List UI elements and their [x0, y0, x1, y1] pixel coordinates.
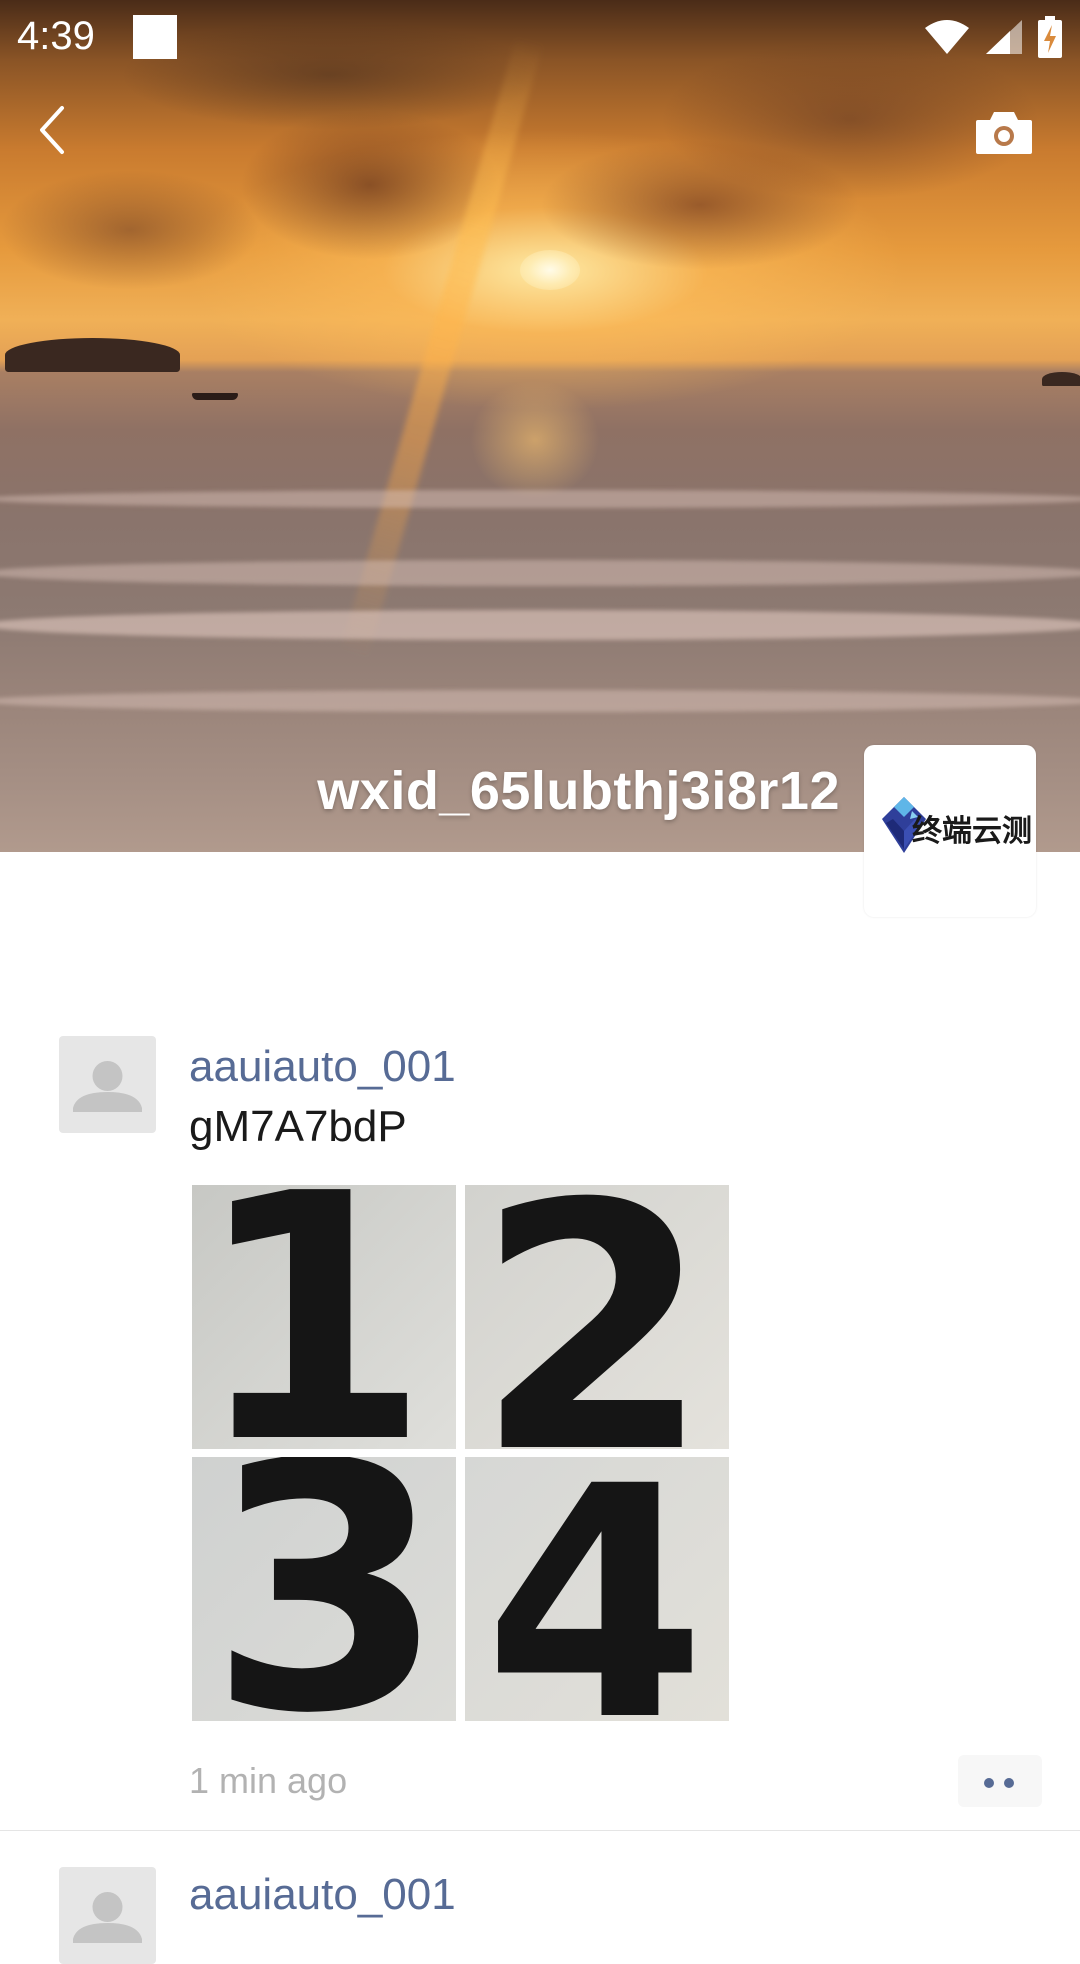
wave	[0, 490, 1080, 508]
post-author-name[interactable]: aauiauto_001	[189, 1870, 456, 1920]
status-time: 4:39	[17, 14, 95, 58]
notification-icon	[133, 15, 177, 59]
more-dots-icon	[984, 1778, 994, 1788]
boat	[192, 393, 238, 400]
post-author-name[interactable]: aauiauto_001	[189, 1042, 456, 1092]
camera-icon	[976, 112, 1032, 154]
camera-button[interactable]	[972, 102, 1036, 162]
profile-name: wxid_65lubthj3i8r12	[317, 761, 840, 821]
cloud	[0, 170, 260, 290]
more-dots-icon	[1004, 1778, 1014, 1788]
author-avatar[interactable]	[59, 1036, 156, 1133]
cloud	[540, 140, 860, 270]
post-text: gM7A7bdP	[189, 1102, 407, 1151]
image-digit: 4	[484, 1457, 707, 1721]
person-placeholder-icon	[73, 1061, 142, 1112]
app-logo-text: 终端云测	[912, 814, 1032, 849]
cover-photo[interactable]	[0, 0, 1080, 852]
image-digit: 2	[475, 1185, 712, 1449]
post-image-grid: 1 2 3 4	[192, 1185, 731, 1724]
back-arrow-icon	[40, 106, 64, 154]
profile-avatar[interactable]: 终端云测	[864, 745, 1036, 917]
app-logo-icon: 终端云测	[882, 797, 1032, 853]
post-image[interactable]: 1	[192, 1185, 456, 1449]
status-bar: 4:39	[0, 0, 1080, 76]
post-divider	[0, 1830, 1080, 1831]
post-image[interactable]: 3	[192, 1457, 456, 1721]
author-avatar[interactable]	[59, 1867, 156, 1964]
sun	[520, 250, 580, 290]
wifi-icon	[925, 20, 969, 54]
island	[5, 338, 180, 372]
image-digit: 1	[194, 1185, 431, 1449]
post-image[interactable]: 2	[465, 1185, 729, 1449]
wave	[0, 690, 1080, 712]
island	[1042, 372, 1080, 386]
signal-icon	[986, 20, 1022, 54]
wave	[0, 610, 1080, 640]
person-placeholder-icon	[73, 1892, 142, 1943]
post-timestamp: 1 min ago	[189, 1760, 348, 1801]
wave	[0, 560, 1080, 586]
sun-reflection	[470, 380, 600, 500]
image-digit: 3	[209, 1457, 446, 1721]
more-actions-button[interactable]	[958, 1755, 1042, 1807]
post-image[interactable]: 4	[465, 1457, 729, 1721]
status-icons	[924, 16, 1062, 58]
back-button[interactable]	[30, 100, 80, 160]
battery-charging-icon	[1038, 16, 1062, 58]
